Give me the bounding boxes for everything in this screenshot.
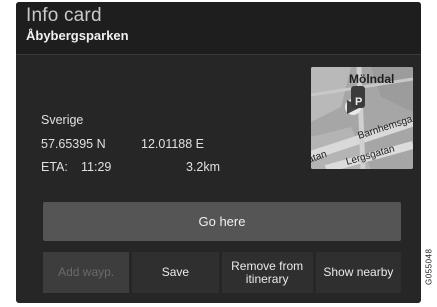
place-name: Åbybergsparken — [26, 28, 129, 43]
eta-label: ETA: — [41, 160, 68, 174]
svg-text:P: P — [355, 96, 362, 108]
remove-from-itinerary-button[interactable]: Remove from itinerary — [221, 252, 313, 293]
eta-time: 11:29 — [81, 160, 112, 174]
latitude-text: 57.65395 N — [41, 137, 106, 151]
distance-text: 3.2km — [186, 160, 221, 174]
add-waypoint-button[interactable]: Add wayp. — [43, 252, 130, 293]
map-label-molndal: Mölndal — [349, 72, 394, 86]
remove-label-line2: itinerary — [245, 271, 289, 286]
info-card-screen: Info card Åbybergsparken Sverige 57.6539… — [16, 2, 421, 303]
longitude-text: 12.01188 E — [141, 137, 205, 151]
show-nearby-button[interactable]: Show nearby — [315, 252, 402, 293]
map-thumbnail[interactable]: P Mölndal Barnhemsga atan Lergsgatan — [311, 67, 413, 169]
page-title: Info card — [26, 5, 102, 26]
country-text: Sverige — [41, 113, 84, 127]
action-buttons: Add wayp. Save Remove from itinerary Sho… — [43, 252, 402, 293]
go-here-button[interactable]: Go here — [43, 202, 401, 241]
figure-code: G055048 — [424, 248, 434, 286]
header: Info card Åbybergsparken — [16, 2, 421, 54]
remove-button-label: Remove from itinerary — [231, 258, 304, 286]
map-graphic: P Mölndal Barnhemsga atan Lergsgatan — [311, 67, 413, 169]
save-button[interactable]: Save — [132, 252, 219, 293]
divider — [16, 54, 421, 55]
remove-label-line1: Remove from — [231, 258, 304, 273]
